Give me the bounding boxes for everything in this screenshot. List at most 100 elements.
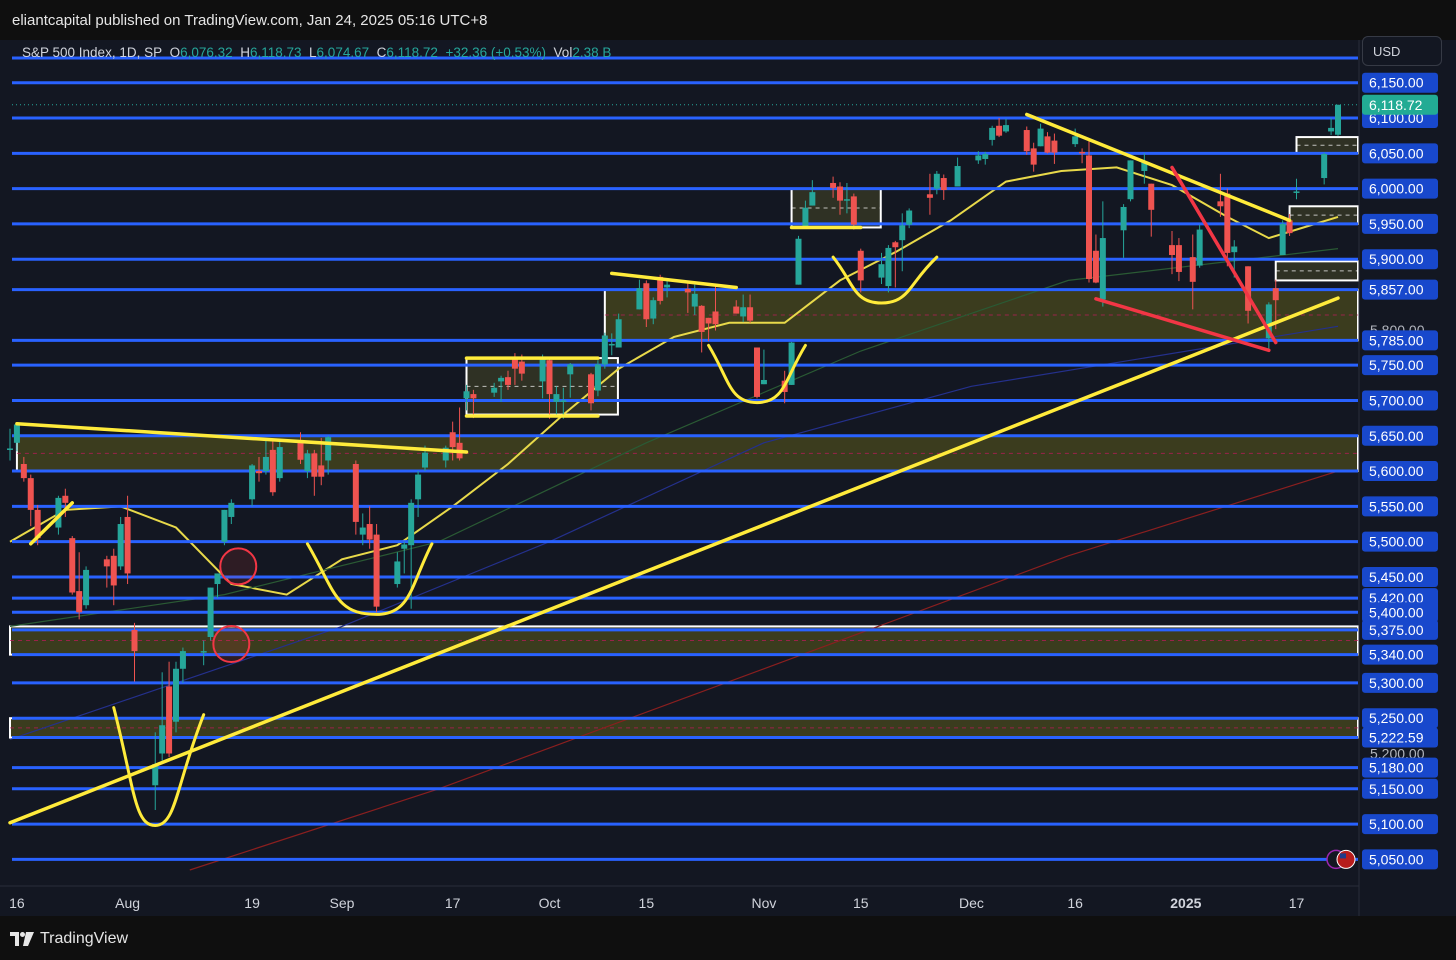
- candle-body: [1037, 128, 1044, 147]
- close-label: C: [376, 45, 387, 60]
- tradingview-logo[interactable]: TradingView: [10, 930, 128, 948]
- price-level-label: 5,100.00: [1369, 816, 1424, 832]
- candle-body: [1086, 155, 1092, 280]
- candle-body: [1072, 136, 1079, 145]
- time-axis-label: 15: [639, 895, 655, 911]
- candle-body: [906, 210, 913, 225]
- candle-body: [505, 377, 511, 385]
- candle-body: [1120, 206, 1127, 231]
- candle-body: [760, 379, 767, 385]
- tradingview-logo-text: TradingView: [40, 930, 129, 947]
- candle-body: [207, 587, 214, 637]
- candle-body: [131, 629, 138, 652]
- candle-body: [518, 361, 525, 374]
- candle-body: [588, 374, 594, 404]
- candle-body: [318, 465, 325, 477]
- candle-body: [76, 591, 83, 613]
- price-level-label: 5,500.00: [1369, 534, 1424, 550]
- price-level-label: 5,700.00: [1369, 392, 1424, 408]
- candle-body: [1030, 148, 1037, 165]
- candle-body: [1079, 151, 1086, 154]
- candle-body: [996, 125, 1003, 136]
- candle-body: [712, 311, 719, 325]
- candle-body: [173, 668, 179, 722]
- candle-body: [69, 538, 76, 593]
- time-axis-label: 17: [1289, 895, 1305, 911]
- price-level-label: 5,222.59: [1369, 730, 1424, 746]
- volume-value: 2.38 B: [572, 45, 612, 60]
- candle-body: [878, 264, 885, 278]
- candle-body: [843, 199, 850, 201]
- candle-body: [103, 559, 110, 567]
- close-value: 6,118.72: [386, 45, 438, 60]
- candle-body: [159, 725, 166, 754]
- candle-body: [13, 424, 20, 443]
- candle-body: [311, 453, 318, 477]
- candle-body: [830, 182, 837, 188]
- candle-body: [899, 225, 906, 241]
- candle-body: [1293, 191, 1300, 193]
- time-axis-label: 19: [244, 895, 260, 911]
- low-label: L: [309, 45, 317, 60]
- price-level-label: 5,375.00: [1369, 622, 1424, 638]
- candle-body: [1335, 104, 1341, 135]
- price-level-label: 5,950.00: [1369, 216, 1424, 232]
- candle-body: [62, 495, 69, 503]
- candle-body: [636, 288, 643, 310]
- candle-body: [892, 242, 899, 248]
- candle-body: [954, 166, 961, 187]
- price-level-label: 5,180.00: [1369, 760, 1424, 776]
- candle-body: [740, 307, 747, 317]
- candle-body: [1092, 250, 1099, 283]
- candle-body: [498, 377, 505, 382]
- candle-body: [373, 534, 380, 607]
- candle-body: [926, 194, 933, 198]
- candle-body: [1051, 140, 1058, 153]
- candle-body: [408, 502, 415, 546]
- ohlc-legend: S&P 500 Index, 1D, SP O6,076.32 H6,118.7…: [22, 45, 611, 60]
- candle-body: [359, 527, 366, 535]
- candle-body: [7, 448, 13, 450]
- candle-body: [1003, 125, 1009, 132]
- candle-body: [214, 573, 221, 585]
- candle-body: [567, 364, 574, 375]
- candle-body: [1279, 223, 1286, 255]
- candle-body: [608, 343, 615, 346]
- candle-body: [1175, 245, 1182, 272]
- candle-body: [546, 360, 553, 395]
- low-value: 6,074.67: [316, 45, 370, 60]
- candle-body: [1148, 183, 1155, 210]
- price-level-label: 6,000.00: [1369, 181, 1424, 197]
- candle-body: [394, 561, 401, 585]
- price-level-label: 5,900.00: [1369, 251, 1424, 267]
- candle-body: [470, 394, 477, 399]
- time-axis-label: 16: [9, 895, 25, 911]
- candle-body: [857, 250, 864, 281]
- candle-body: [643, 283, 650, 320]
- candle-body: [975, 155, 982, 161]
- candle-body: [802, 207, 809, 227]
- price-level-label: 5,785.00: [1369, 332, 1424, 348]
- candle-body: [1127, 160, 1134, 200]
- price-level-label: 5,300.00: [1369, 675, 1424, 691]
- price-chart[interactable]: 5,800.005,200.006,150.006,100.006,050.00…: [0, 40, 1456, 916]
- high-label: H: [240, 45, 250, 60]
- candle-body: [560, 400, 567, 402]
- candle-body: [1328, 127, 1335, 132]
- price-level-label: 5,450.00: [1369, 569, 1424, 585]
- candle-body: [20, 464, 27, 479]
- candle-body: [179, 651, 186, 669]
- price-level-label: 5,340.00: [1369, 647, 1424, 663]
- candle-body: [166, 686, 173, 754]
- currency-button[interactable]: USD: [1362, 36, 1442, 66]
- open-label: O: [169, 45, 181, 60]
- candle-body: [885, 247, 892, 287]
- candle-body: [325, 437, 332, 461]
- time-axis-label: 16: [1067, 895, 1083, 911]
- candle-body: [982, 154, 989, 159]
- candle-body: [422, 452, 428, 468]
- candle-body: [1272, 288, 1279, 301]
- candle-body: [1286, 220, 1293, 234]
- candle-body: [1099, 238, 1106, 300]
- price-level-label: 5,750.00: [1369, 357, 1424, 373]
